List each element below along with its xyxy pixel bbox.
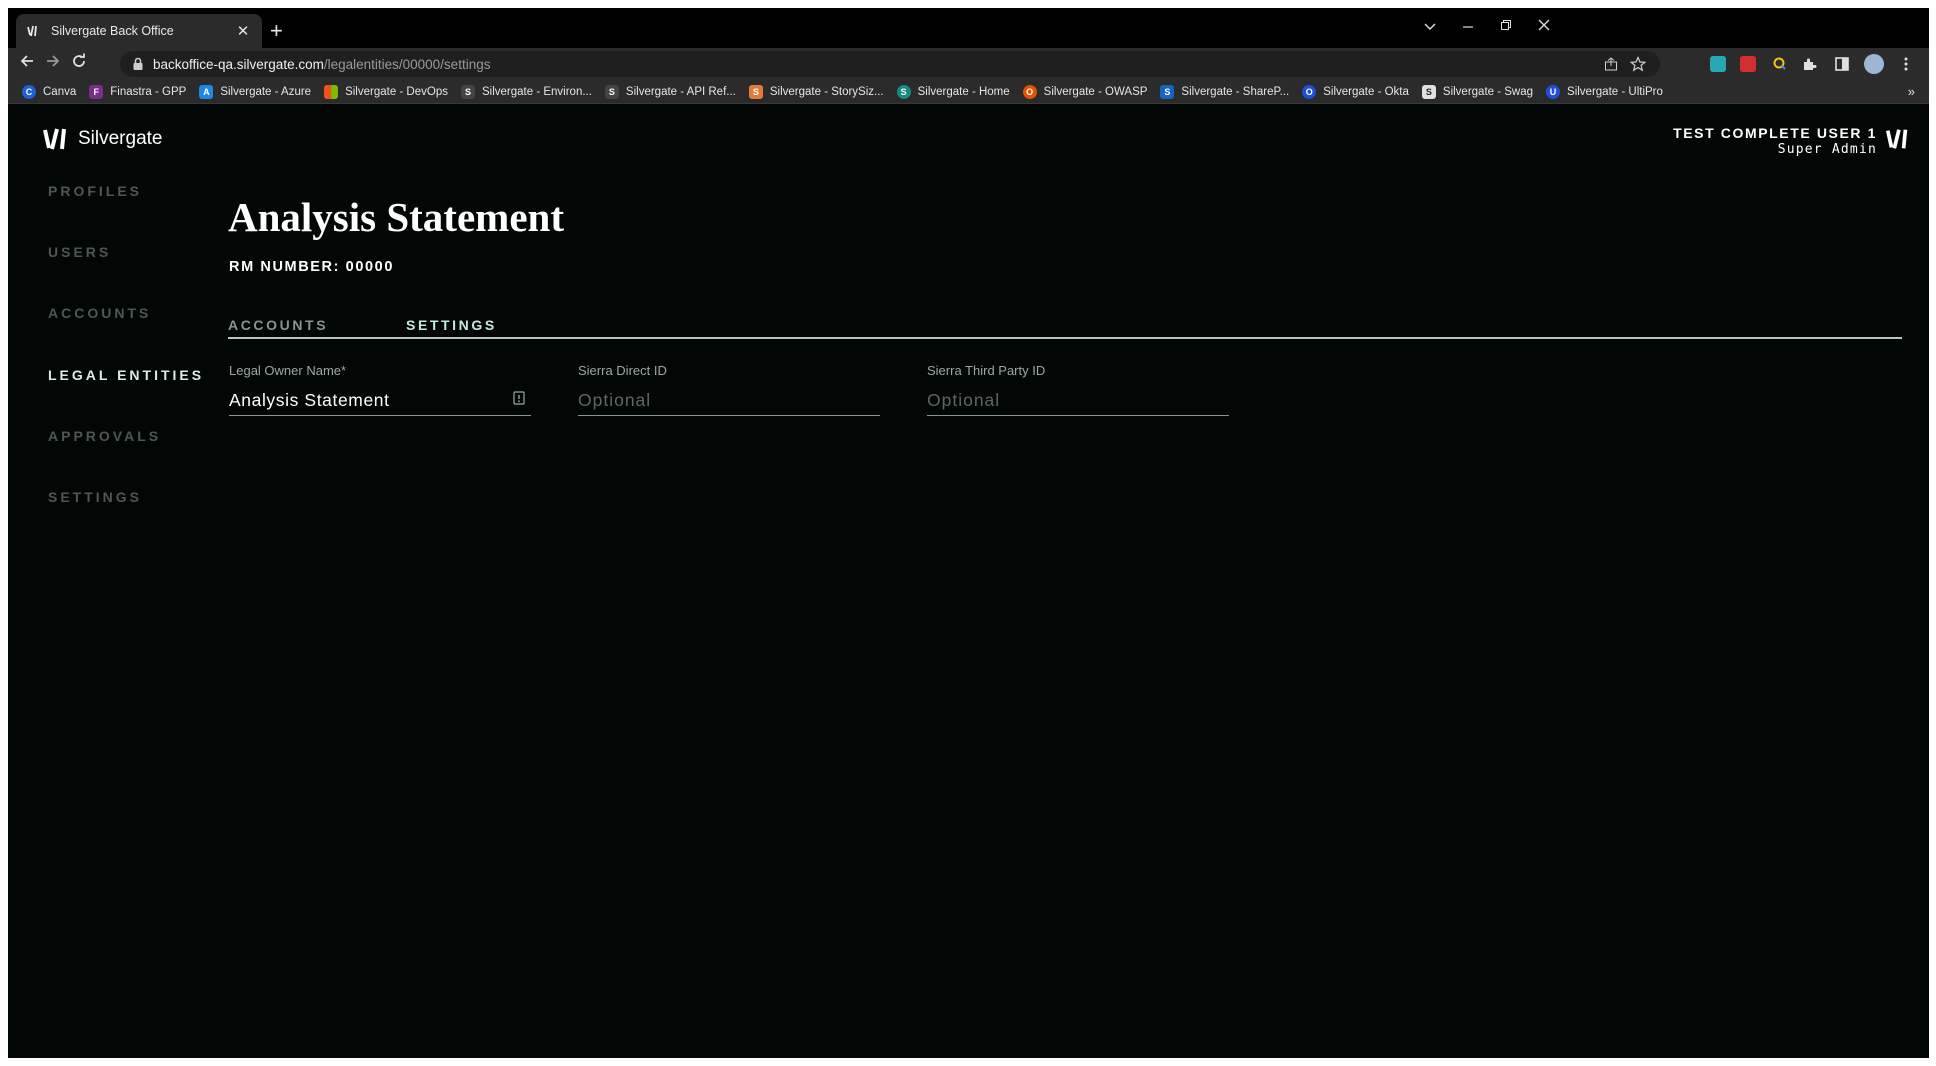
canva-icon: C: [22, 84, 36, 99]
browser-window: Silvergate Back Office ✕ + backoffice-qa…: [8, 8, 1929, 1066]
nav-item-users[interactable]: USERS: [48, 240, 204, 301]
rm-number: RM NUMBER: 00000: [229, 259, 394, 275]
bookmark-owasp[interactable]: O Silvergate - OWASP: [1022, 84, 1147, 99]
silvergate-mark-icon: [1885, 127, 1911, 156]
extension-3-icon[interactable]: [1772, 56, 1788, 72]
tab-search-icon[interactable]: [1420, 18, 1440, 34]
sharepoint-icon: S: [1160, 84, 1175, 99]
sierra-third-party-id-label: Sierra Third Party ID: [927, 363, 1046, 378]
tab-accounts[interactable]: ACCOUNTS: [228, 317, 328, 333]
silvergate-icon: S: [604, 84, 619, 99]
tab-settings[interactable]: SETTINGS: [406, 317, 497, 333]
sierra-direct-id-label: Sierra Direct ID: [578, 363, 667, 378]
nav-item-accounts[interactable]: ACCOUNTS: [48, 301, 204, 362]
swag-icon: S: [1421, 84, 1436, 99]
side-panel-icon[interactable]: [1834, 56, 1850, 72]
bookmark-swag[interactable]: S Silvergate - Swag: [1421, 84, 1533, 99]
extension-2-icon[interactable]: [1740, 56, 1756, 72]
silvergate-logo-icon: [43, 128, 66, 150]
url-host: backoffice-qa.silvergate.com: [153, 56, 324, 72]
page-tabs: ACCOUNTS SETTINGS: [228, 317, 1902, 339]
restore-icon[interactable]: [1496, 18, 1516, 34]
minimize-icon[interactable]: [1458, 18, 1478, 34]
sierra-third-party-id-field: Sierra Third Party ID Optional: [927, 363, 1229, 416]
ultipro-icon: U: [1546, 84, 1561, 99]
user-role: Super Admin: [1777, 142, 1877, 157]
bookmarks-overflow-icon[interactable]: »: [1908, 84, 1915, 99]
lock-icon: [133, 57, 143, 70]
taskbar-strip: [0, 1058, 1936, 1066]
sharepoint-home-icon: S: [896, 84, 911, 99]
silvergate-icon: S: [460, 84, 475, 99]
share-icon[interactable]: [1604, 57, 1618, 76]
tab-title: Silvergate Back Office: [51, 24, 174, 38]
new-tab-button[interactable]: +: [270, 20, 283, 42]
extensions-puzzle-icon[interactable]: [1802, 56, 1818, 72]
bookmark-storysiz[interactable]: S Silvergate - StorySiz...: [748, 84, 884, 99]
bookmark-devops[interactable]: Silvergate - DevOps: [324, 84, 448, 99]
finastra-icon: F: [89, 84, 104, 99]
okta-icon: O: [1302, 84, 1317, 99]
tab-strip: Silvergate Back Office ✕ +: [8, 8, 1929, 48]
sierra-direct-id-input[interactable]: Optional: [578, 386, 880, 416]
bookmark-azure[interactable]: A Silvergate - Azure: [199, 84, 311, 99]
browser-tab[interactable]: Silvergate Back Office ✕: [16, 14, 262, 48]
app-content: Silvergate TEST COMPLETE USER 1 Super Ad…: [8, 105, 1929, 1066]
bookmark-star-icon[interactable]: [1629, 56, 1647, 77]
nav-item-legal-entities[interactable]: LEGAL ENTITIES: [48, 363, 204, 424]
nav-item-settings[interactable]: SETTINGS: [48, 485, 204, 546]
microsoft-icon: [324, 84, 339, 99]
legal-owner-name-label: Legal Owner Name*: [229, 363, 347, 378]
sierra-direct-id-field: Sierra Direct ID Optional: [578, 363, 880, 416]
bookmark-okta[interactable]: O Silvergate - Okta: [1302, 84, 1409, 99]
page-title: Analysis Statement: [228, 194, 564, 240]
bookmark-sharepoint[interactable]: S Silvergate - ShareP...: [1160, 84, 1289, 99]
bookmark-ultipro[interactable]: U Silvergate - UltiPro: [1546, 84, 1663, 99]
bookmarks-bar: C Canva F Finastra - GPP A Silvergate - Azu…: [8, 80, 1929, 104]
storysiz-icon: S: [748, 84, 763, 99]
nav-item-approvals[interactable]: APPROVALS: [48, 424, 204, 485]
bookmark-api-ref[interactable]: S Silvergate - API Ref...: [604, 84, 736, 99]
azure-icon: A: [199, 84, 214, 99]
nav-item-profiles[interactable]: PROFILES: [48, 179, 204, 240]
bookmark-finastra[interactable]: F Finastra - GPP: [89, 84, 186, 99]
tab-close-icon[interactable]: ✕: [234, 22, 252, 40]
sierra-direct-id-placeholder: Optional: [578, 390, 652, 410]
forward-arrow-icon[interactable]: [42, 53, 64, 75]
browser-toolbar: backoffice-qa.silvergate.com /legalentit…: [8, 48, 1929, 80]
bookmark-environ[interactable]: S Silvergate - Environ...: [460, 84, 592, 99]
bookmark-canva[interactable]: C Canva: [22, 84, 76, 99]
field-info-icon[interactable]: [513, 391, 525, 410]
address-bar[interactable]: backoffice-qa.silvergate.com /legalentit…: [120, 51, 1660, 77]
legal-owner-name-field: Legal Owner Name* Analysis Statement: [229, 363, 531, 416]
user-info[interactable]: TEST COMPLETE USER 1 Super Admin: [1673, 125, 1877, 157]
owasp-icon: O: [1022, 84, 1037, 99]
sierra-third-party-id-input[interactable]: Optional: [927, 386, 1229, 416]
side-navigation: PROFILES USERS ACCOUNTS LEGAL ENTITIES A…: [48, 179, 204, 546]
logo-text: Silvergate: [78, 128, 163, 149]
close-window-icon[interactable]: [1534, 18, 1554, 34]
sierra-third-party-id-placeholder: Optional: [927, 390, 1001, 410]
legal-owner-name-value: Analysis Statement: [229, 390, 390, 410]
legal-owner-name-input[interactable]: Analysis Statement: [229, 386, 531, 416]
user-name: TEST COMPLETE USER 1: [1673, 125, 1877, 141]
back-arrow-icon[interactable]: [16, 53, 38, 75]
silvergate-favicon-icon: [26, 23, 42, 39]
silvergate-logo[interactable]: Silvergate: [42, 127, 163, 151]
browser-menu-icon[interactable]: [1898, 56, 1914, 72]
url-path: /legalentities/00000/settings: [323, 56, 491, 72]
bookmark-home[interactable]: S Silvergate - Home: [896, 84, 1010, 99]
extension-1-icon[interactable]: [1710, 56, 1726, 72]
profile-avatar-icon[interactable]: [1864, 54, 1884, 74]
reload-icon[interactable]: [68, 53, 90, 75]
